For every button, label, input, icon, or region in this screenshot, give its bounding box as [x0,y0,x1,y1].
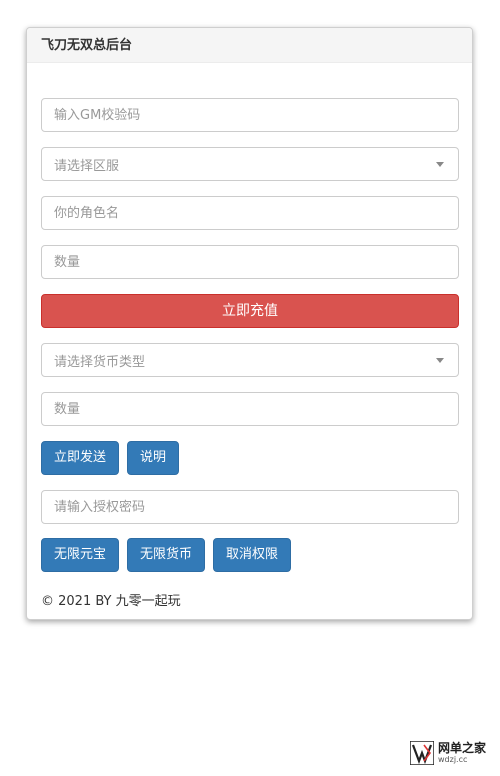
gm-code-input[interactable] [41,98,459,132]
quantity-input-recharge[interactable] [41,245,459,279]
wdzj-logo-icon [410,741,434,765]
currency-select-label: 请选择货币类型 [54,354,146,370]
revoke-permission-button[interactable]: 取消权限 [213,538,292,572]
watermark-logo: 网单之家 wdzj.cc [410,738,490,768]
auth-password-input[interactable] [41,490,459,524]
unlimited-yuanbao-button[interactable]: 无限元宝 [41,538,120,572]
explain-button[interactable]: 说明 [127,441,180,475]
admin-panel: 飞刀无双总后台 请选择区服 立即充值 请选择货币类型 立即发送 说明 无限元宝 … [26,27,473,620]
watermark-domain: wdzj.cc [438,755,468,764]
currency-type-select[interactable]: 请选择货币类型 [41,343,459,377]
unlimited-currency-button[interactable]: 无限货币 [127,538,206,572]
chevron-down-icon [436,161,444,167]
quantity-input-send[interactable] [41,392,459,426]
server-select-label: 请选择区服 [54,158,120,174]
copyright-text: © 2021 BY 九零一起玩 [41,594,181,609]
watermark-text: 网单之家 [438,741,487,755]
panel-title: 飞刀无双总后台 [27,28,472,63]
chevron-down-icon [436,357,444,363]
recharge-button[interactable]: 立即充值 [41,294,459,328]
send-button[interactable]: 立即发送 [41,441,120,475]
server-select[interactable]: 请选择区服 [41,147,459,181]
role-name-input[interactable] [41,196,459,230]
